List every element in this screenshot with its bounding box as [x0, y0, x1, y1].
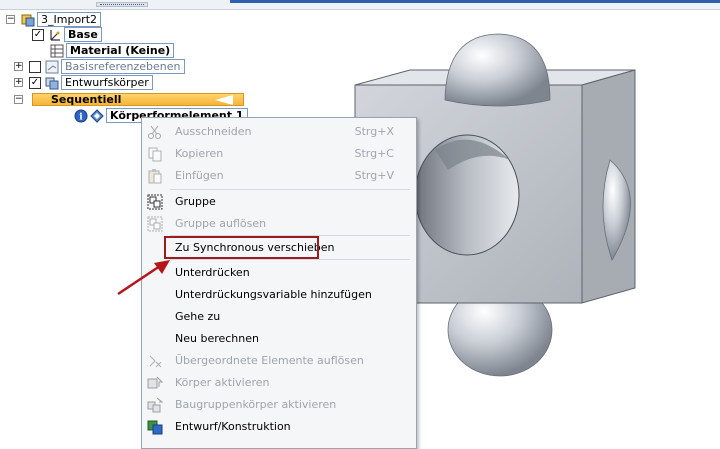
- svg-text:i: i: [79, 112, 83, 122]
- menu-item-add-suppression-variable[interactable]: Unterdrückungsvariable hinzufügen: [142, 284, 416, 306]
- menu-shortcut: Strg+X: [354, 125, 394, 138]
- panel-grip-handle[interactable]: [96, 2, 148, 7]
- menu-label: Baugruppenkörper aktivieren: [175, 398, 337, 411]
- window-title-strip: [230, 0, 720, 3]
- menu-label: Gehe zu: [175, 310, 221, 323]
- activate-assembly-body-icon: [147, 397, 164, 413]
- coordinate-system-icon: [48, 28, 62, 42]
- part-file-icon: [21, 13, 35, 27]
- tree-item-sequential-toggle[interactable]: −: [14, 92, 29, 107]
- paste-icon: [147, 168, 163, 184]
- highlight-box: [164, 236, 319, 259]
- menu-item-go-to[interactable]: Gehe zu: [142, 306, 416, 328]
- material-table-icon: [50, 44, 64, 58]
- menu-item-cut[interactable]: Ausschneiden Strg+X: [142, 121, 416, 143]
- window-top-bar: [0, 0, 720, 9]
- expand-toggle-icon[interactable]: +: [14, 78, 23, 87]
- activate-body-icon: [147, 375, 164, 391]
- info-icon[interactable]: i: [74, 109, 88, 123]
- tree-label-sequential: Sequentiell: [51, 93, 122, 106]
- menu-label: Körper aktivieren: [175, 376, 270, 389]
- menu-item-copy[interactable]: Kopieren Strg+C: [142, 143, 416, 165]
- visibility-checkbox[interactable]: ✓: [32, 28, 44, 41]
- menu-item-activate-body[interactable]: Körper aktivieren: [142, 372, 416, 394]
- tree-label-refplanes: Basisreferenzebenen: [61, 59, 185, 74]
- menu-separator: [170, 189, 410, 190]
- tree-item-material[interactable]: Material (Keine): [50, 43, 175, 58]
- menu-item-ungroup[interactable]: Gruppe auflösen: [142, 213, 416, 235]
- collapse-toggle-icon[interactable]: −: [6, 15, 15, 24]
- menu-label: Kopieren: [175, 147, 224, 160]
- menu-item-design-construction[interactable]: Entwurf/Konstruktion: [142, 416, 416, 438]
- expand-toggle-icon[interactable]: +: [14, 62, 23, 71]
- dissolve-parents-icon: [147, 353, 163, 369]
- context-menu: Ausschneiden Strg+X Kopieren Strg+C Einf…: [141, 117, 417, 449]
- menu-item-recompute[interactable]: Neu berechnen: [142, 328, 416, 350]
- design-body-icon: [45, 76, 59, 90]
- tree-item-base[interactable]: ✓ Base: [32, 27, 102, 42]
- menu-separator: [170, 259, 410, 260]
- body-feature-icon: [90, 108, 104, 123]
- tree-label-design-bodies: Entwurfskörper: [61, 75, 153, 90]
- ungroup-icon: [147, 216, 163, 232]
- menu-item-activate-assembly-body[interactable]: Baugruppenkörper aktivieren: [142, 394, 416, 416]
- design-construction-icon: [147, 419, 163, 435]
- group-icon: [147, 194, 163, 210]
- visibility-checkbox[interactable]: ✓: [29, 76, 41, 89]
- menu-item-dissolve-parents[interactable]: Übergeordnete Elemente auflösen: [142, 350, 416, 372]
- menu-label: Unterdrücken: [175, 266, 250, 279]
- visibility-checkbox[interactable]: [29, 60, 41, 73]
- copy-icon: [147, 146, 163, 162]
- tree-item-sequential[interactable]: Sequentiell: [32, 93, 244, 106]
- menu-shortcut: Strg+V: [354, 169, 394, 182]
- annotation-arrow-icon: [117, 260, 170, 296]
- menu-label: Übergeordnete Elemente auflösen: [175, 354, 364, 367]
- reference-plane-icon: [45, 60, 59, 74]
- menu-label: Neu berechnen: [175, 332, 259, 345]
- menu-label: Entwurf/Konstruktion: [175, 420, 291, 433]
- menu-label: Gruppe auflösen: [175, 217, 267, 230]
- scissors-icon: [147, 124, 163, 140]
- menu-label: Ausschneiden: [175, 125, 252, 138]
- tree-label-material: Material (Keine): [66, 43, 175, 58]
- menu-item-suppress[interactable]: Unterdrücken: [142, 262, 416, 284]
- tree-item-refplanes[interactable]: + Basisreferenzebenen: [14, 59, 185, 74]
- menu-label: Unterdrückungsvariable hinzufügen: [175, 288, 372, 301]
- menu-label: Gruppe: [175, 195, 216, 208]
- collapse-toggle-icon[interactable]: −: [14, 95, 23, 104]
- tree-item-root[interactable]: − 3_Import2: [6, 12, 102, 27]
- tree-item-design-bodies[interactable]: + ✓ Entwurfskörper: [14, 75, 153, 90]
- tree-label-base: Base: [64, 27, 102, 42]
- rollback-marker-icon[interactable]: [215, 95, 233, 105]
- menu-label: Einfügen: [175, 169, 224, 182]
- menu-item-paste[interactable]: Einfügen Strg+V: [142, 165, 416, 187]
- menu-shortcut: Strg+C: [354, 147, 394, 160]
- top-separator: [0, 9, 720, 10]
- menu-item-group[interactable]: Gruppe: [142, 191, 416, 213]
- tree-label-root: 3_Import2: [37, 12, 102, 27]
